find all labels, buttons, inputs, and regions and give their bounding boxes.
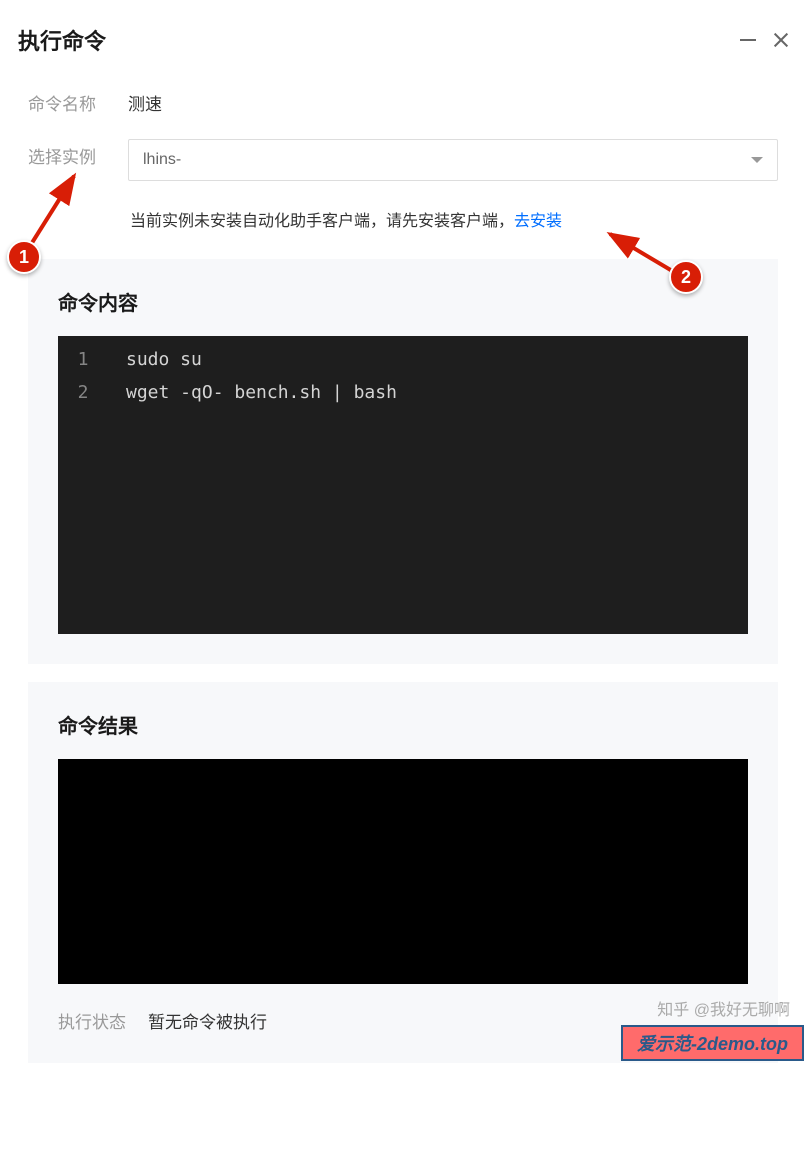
annotation-badge-2: 2 bbox=[669, 260, 703, 294]
code-line-number: 2 bbox=[58, 377, 108, 410]
minimize-icon[interactable] bbox=[740, 39, 756, 41]
command-name-value: 测速 bbox=[128, 86, 162, 115]
execute-status-label: 执行状态 bbox=[58, 1008, 148, 1033]
command-result-output bbox=[58, 759, 748, 984]
install-tip-text: 当前实例未安装自动化助手客户端，请先安装客户端， bbox=[130, 213, 514, 230]
dialog-title: 执行命令 bbox=[18, 24, 106, 56]
code-line-number: 1 bbox=[58, 336, 108, 377]
command-content-panel: 命令内容 1 sudo su 2 wget -qO- bench.sh | ba… bbox=[28, 259, 778, 664]
code-line-text: sudo su bbox=[108, 336, 202, 377]
command-name-label: 命令名称 bbox=[28, 86, 128, 115]
execute-status-value: 暂无命令被执行 bbox=[148, 1008, 267, 1033]
instance-select[interactable]: lhins- bbox=[128, 139, 778, 181]
annotation-badge-1: 1 bbox=[7, 240, 41, 274]
chevron-down-icon bbox=[751, 157, 763, 163]
command-content-title: 命令内容 bbox=[58, 287, 748, 316]
window-controls bbox=[740, 33, 788, 47]
footer-tag: 爱示范-2demo.top bbox=[621, 1025, 804, 1061]
code-line-text: wget -qO- bench.sh | bash bbox=[108, 377, 397, 410]
watermark-text: 知乎 @我好无聊啊 bbox=[657, 996, 790, 1020]
command-code-block: 1 sudo su 2 wget -qO- bench.sh | bash bbox=[58, 336, 748, 634]
instance-select-value: lhins- bbox=[143, 151, 181, 169]
install-link[interactable]: 去安装 bbox=[514, 213, 562, 230]
select-instance-label: 选择实例 bbox=[28, 139, 128, 168]
command-result-title: 命令结果 bbox=[58, 710, 748, 739]
close-icon[interactable] bbox=[774, 33, 788, 47]
